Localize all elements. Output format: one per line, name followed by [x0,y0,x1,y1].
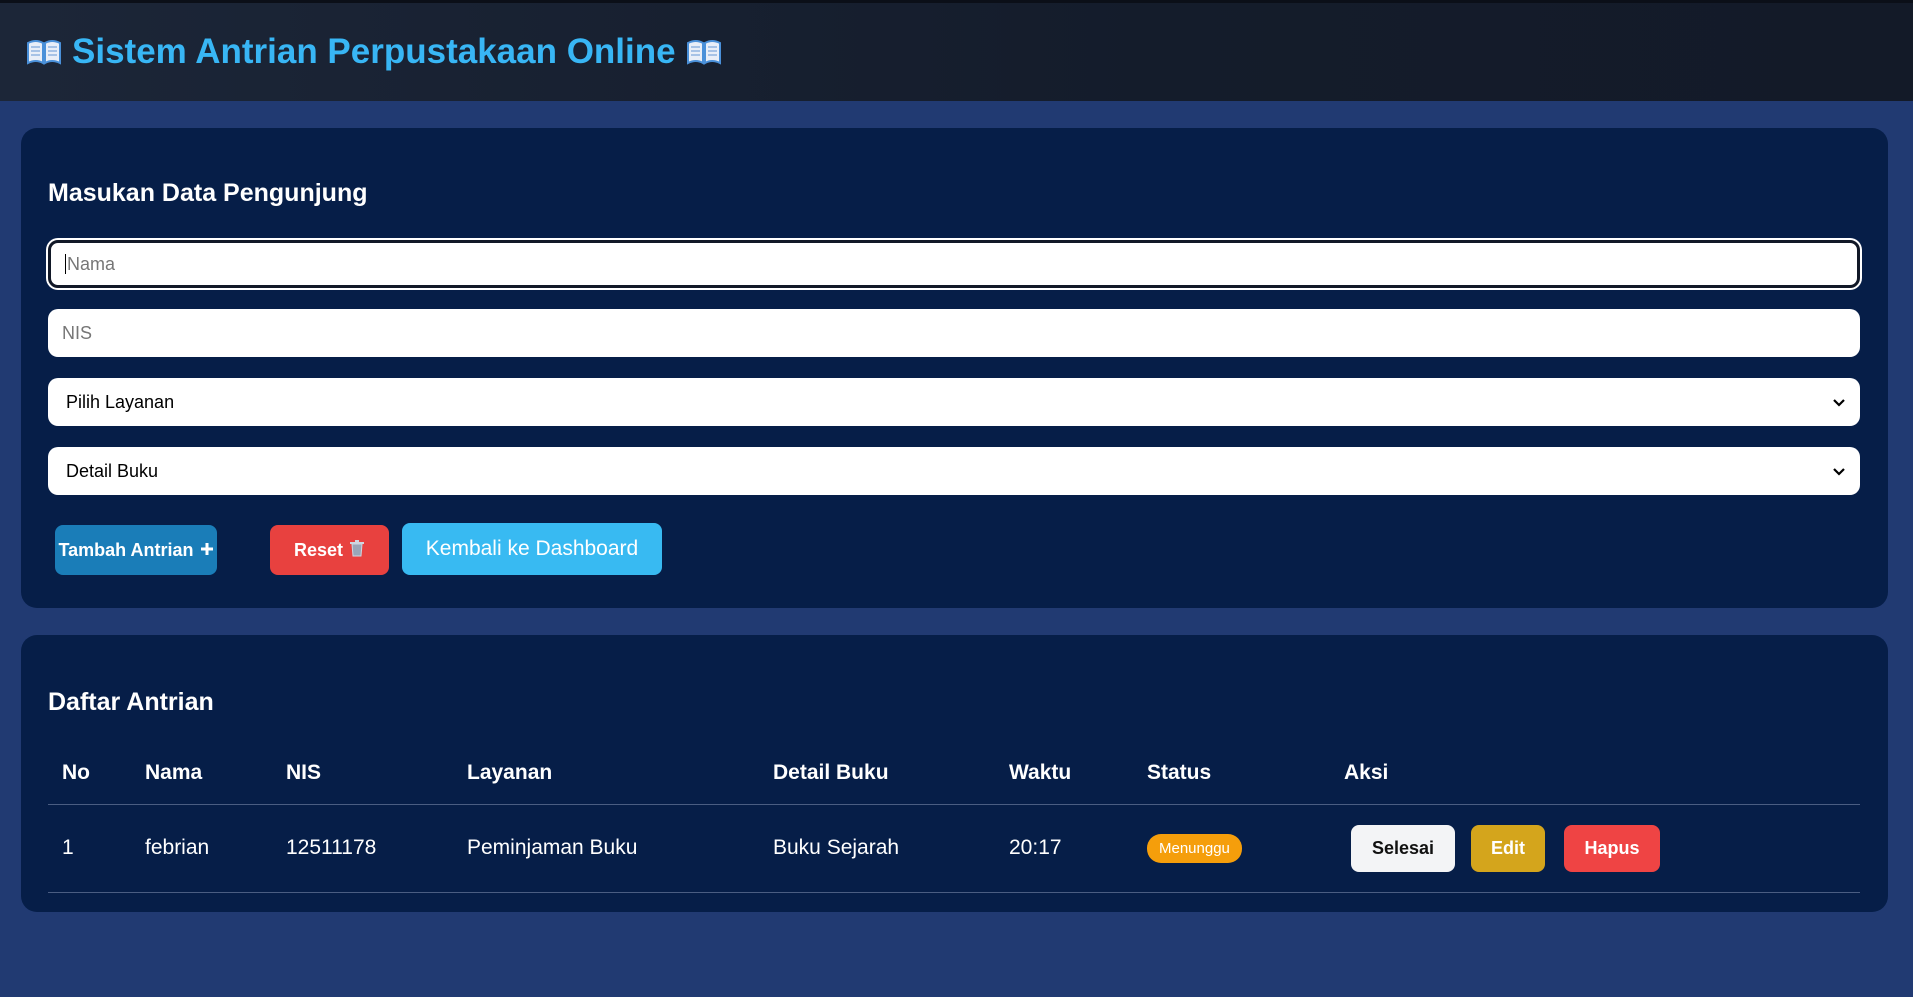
queue-list-card: Daftar Antrian No Nama NIS Layanan Detai… [21,635,1888,912]
cell-waktu: 20:17 [995,804,1133,893]
column-header: Status [1133,743,1330,805]
chevron-down-icon [1832,395,1846,409]
page-title: Sistem Antrian Perpustakaan Online [26,32,722,72]
cell-no: 1 [48,804,131,893]
column-header: Aksi [1330,743,1860,805]
cell-nis: 12511178 [272,804,453,893]
add-queue-button[interactable]: Tambah Antrian [55,525,217,575]
cell-layanan: Peminjaman Buku [453,804,759,893]
table-row: 1 febrian 12511178 Peminjaman Buku Buku … [48,804,1860,893]
form-title: Masukan Data Pengunjung [48,179,368,207]
back-label: Kembali ke Dashboard [425,537,639,560]
nis-placeholder: NIS [62,322,93,343]
column-header: NIS [272,743,453,805]
done-button[interactable]: Selesai [1351,824,1455,872]
delete-button[interactable]: Hapus [1564,824,1660,872]
table-header-row: No Nama NIS Layanan Detail Buku Waktu St… [48,743,1860,805]
reset-button[interactable]: Reset [270,525,389,575]
app-header: Sistem Antrian Perpustakaan Online [0,0,1913,101]
column-header: Waktu [995,743,1133,805]
status-badge: Menunggu [1147,833,1242,863]
cell-detail-buku: Buku Sejarah [759,804,995,893]
trash-icon [349,539,365,562]
edit-button[interactable]: Edit [1471,824,1545,872]
reset-label: Reset [293,539,344,560]
visitor-form-card: Masukan Data Pengunjung Nama NIS Pilih L… [21,128,1888,608]
cell-nama: febrian [131,804,272,893]
layanan-select[interactable]: Pilih Layanan [48,378,1860,426]
add-queue-label: Tambah Antrian [58,539,194,560]
open-book-icon [26,38,62,66]
back-to-dashboard-button[interactable]: Kembali ke Dashboard [402,523,662,575]
plus-icon [200,540,214,561]
app-title-text: Sistem Antrian Perpustakaan Online [72,32,676,71]
column-header: No [48,743,131,805]
open-book-icon [686,38,722,66]
queue-table: No Nama NIS Layanan Detail Buku Waktu St… [48,743,1860,893]
column-header: Detail Buku [759,743,995,805]
chevron-down-icon [1832,464,1846,478]
text-caret [65,254,66,274]
detail-selected-value: Detail Buku [66,460,159,481]
column-header: Nama [131,743,272,805]
nis-input[interactable]: NIS [48,309,1860,357]
nama-placeholder: Nama [67,253,116,274]
column-header: Layanan [453,743,759,805]
cell-status: Menunggu [1133,804,1330,893]
queue-list-title: Daftar Antrian [48,688,214,716]
cell-actions: Selesai Edit Hapus [1330,804,1860,893]
layanan-selected-value: Pilih Layanan [66,391,175,412]
nama-input[interactable]: Nama [48,240,1860,288]
detail-buku-select[interactable]: Detail Buku [48,447,1860,495]
